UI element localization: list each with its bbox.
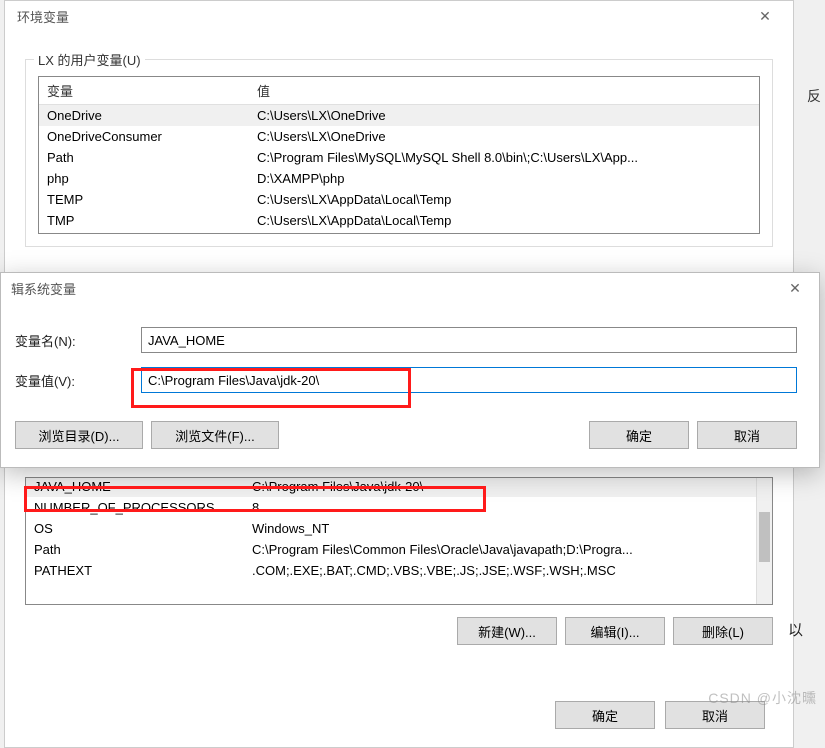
edit-dialog-title: 辑系统变量 [11,279,76,298]
sys-vars-scrollbar[interactable] [756,478,772,604]
edit-sysvar-dialog: 辑系统变量 ✕ 变量名(N): 变量值(V): 浏览目录(D)... 浏览文件(… [0,272,820,468]
table-row[interactable]: phpD:\XAMPP\php [39,168,759,189]
table-row[interactable]: PATHEXT.COM;.EXE;.BAT;.CMD;.VBS;.VBE;.JS… [26,560,772,581]
close-icon[interactable]: ✕ [775,274,815,302]
table-row[interactable]: JAVA_HOMEC:\Program Files\Java\jdk-20\ [26,477,772,497]
browse-dir-button[interactable]: 浏览目录(D)... [15,421,143,449]
user-vars-table[interactable]: 变量 值 OneDriveC:\Users\LX\OneDrive OneDri… [39,77,759,231]
close-icon[interactable]: ✕ [745,2,785,30]
table-row[interactable]: TMPC:\Users\LX\AppData\Local\Temp [39,210,759,231]
table-row[interactable]: TEMPC:\Users\LX\AppData\Local\Temp [39,189,759,210]
watermark: CSDN @小沈曛 [708,688,817,708]
side-text: 反 [807,86,821,106]
new-sysvar-button[interactable]: 新建(W)... [457,617,557,645]
table-row[interactable]: NUMBER_OF_PROCESSORS8 [26,497,772,518]
col-val[interactable]: 值 [249,77,759,105]
sys-vars-table[interactable]: JAVA_HOMEC:\Program Files\Java\jdk-20\ N… [26,477,772,581]
user-vars-table-wrap: 变量 值 OneDriveC:\Users\LX\OneDrive OneDri… [38,76,760,234]
edit-cancel-button[interactable]: 取消 [697,421,797,449]
edit-dialog-titlebar: 辑系统变量 ✕ [1,273,819,303]
var-name-input[interactable] [141,327,797,353]
scroll-thumb[interactable] [759,512,770,562]
user-vars-group: LX 的用户变量(U) 变量 值 OneDriveC:\Users\LX\One… [25,59,773,247]
var-value-input[interactable] [141,367,797,393]
edit-sysvar-button[interactable]: 编辑(I)... [565,617,665,645]
table-row[interactable]: OneDriveConsumerC:\Users\LX\OneDrive [39,126,759,147]
yi-text: 以 [788,619,803,640]
edit-ok-button[interactable]: 确定 [589,421,689,449]
env-vars-titlebar: 环境变量 ✕ [5,1,793,31]
user-vars-label: LX 的用户变量(U) [34,50,145,69]
ok-button[interactable]: 确定 [555,701,655,729]
table-row[interactable]: PathC:\Program Files\MySQL\MySQL Shell 8… [39,147,759,168]
table-row[interactable]: OneDriveC:\Users\LX\OneDrive [39,105,759,127]
delete-sysvar-button[interactable]: 删除(L) [673,617,773,645]
browse-file-button[interactable]: 浏览文件(F)... [151,421,279,449]
var-value-label: 变量值(V): [15,371,141,390]
table-row[interactable]: PathC:\Program Files\Common Files\Oracle… [26,539,772,560]
col-var[interactable]: 变量 [39,77,249,105]
sys-vars-table-wrap: JAVA_HOMEC:\Program Files\Java\jdk-20\ N… [25,477,773,605]
table-row[interactable]: OSWindows_NT [26,518,772,539]
var-name-label: 变量名(N): [15,331,141,350]
env-vars-title: 环境变量 [17,7,69,26]
